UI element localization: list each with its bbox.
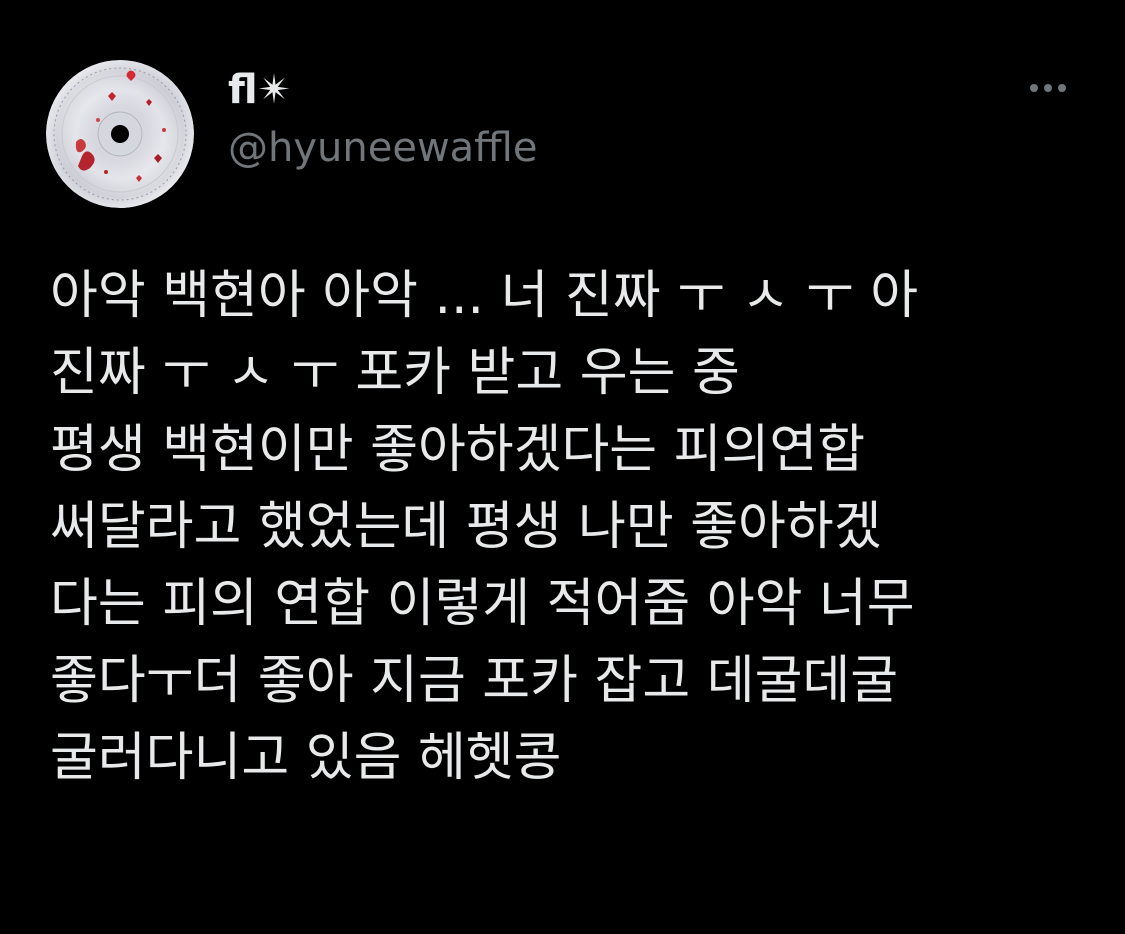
tweet-text-line: 아악 백현아 아악 ... 너 진짜 ㅜ ㅅ ㅜ 아	[50, 266, 919, 326]
avatar[interactable]	[46, 60, 194, 208]
tweet-card: fl✴︎ @hyuneewaffle 아악 백현아 아악 ... 너 진짜 ㅜ …	[0, 0, 1125, 934]
tweet-text-line: 써달라고 했었는데 평생 나만 좋아하겠	[50, 497, 882, 557]
user-info: fl✴︎ @hyuneewaffle	[228, 64, 537, 174]
tweet-text: 아악 백현아 아악 ... 너 진짜 ㅜ ㅅ ㅜ 아 진짜 ㅜ ㅅ ㅜ 포카 받…	[50, 258, 1100, 797]
display-name[interactable]: fl✴︎	[228, 64, 537, 116]
more-options-button[interactable]	[1022, 72, 1074, 104]
tweet-text-line: 평생 백현이만 좋아하겠다는 피의연합	[50, 420, 866, 480]
tweet-text-line: 굴러다니고 있음 헤헷콩	[50, 728, 562, 788]
cd-disc-avatar-icon	[46, 60, 194, 208]
tweet-text-line: 진짜 ㅜ ㅅ ㅜ 포카 받고 우는 중	[50, 343, 740, 403]
tweet-text-line: 다는 피의 연합 이렇게 적어줌 아악 너무	[50, 574, 915, 634]
user-handle[interactable]: @hyuneewaffle	[228, 122, 537, 174]
more-dots-icon	[1030, 84, 1066, 92]
tweet-text-line: 좋다ㅜ더 좋아 지금 포카 잡고 데굴데굴	[50, 651, 899, 711]
